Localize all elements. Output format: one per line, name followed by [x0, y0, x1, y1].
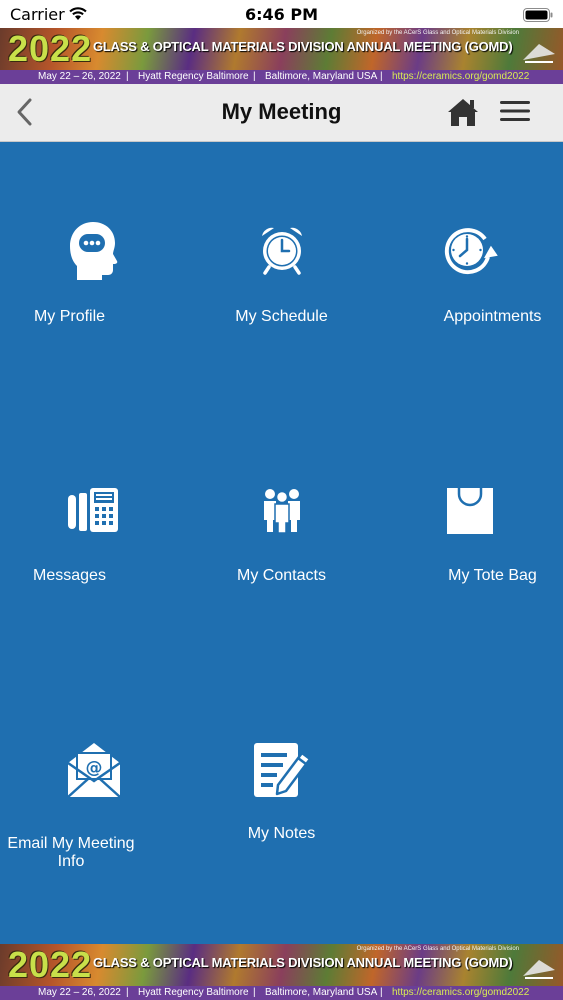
- banner-separator: |: [253, 987, 256, 998]
- tile-label-my-profile: My Profile: [33, 308, 106, 325]
- hamburger-menu-icon[interactable]: [499, 98, 531, 129]
- conference-banner-top[interactable]: 2022 GLASS & OPTICAL MATERIALS DIVISION …: [0, 28, 563, 84]
- email-envelope-icon: @: [0, 738, 187, 802]
- banner-venue: Hyatt Regency Baltimore: [138, 71, 249, 82]
- battery-icon: [523, 7, 553, 26]
- banner-title: GLASS & OPTICAL MATERIALS DIVISION ANNUA…: [93, 955, 513, 970]
- banner-separator: |: [253, 71, 256, 82]
- tile-label-appointments: Appointments: [443, 308, 542, 325]
- clock-time: 6:46 PM: [244, 5, 318, 24]
- shopping-bag-icon: [376, 478, 563, 542]
- my-meeting-grid: My Profile My Schedule Appointments Mess…: [0, 142, 563, 944]
- banner-title: GLASS & OPTICAL MATERIALS DIVISION ANNUA…: [93, 39, 513, 54]
- tile-label-my-contacts: My Contacts: [237, 567, 326, 584]
- notes-pencil-icon: [188, 738, 375, 802]
- navigation-bar: My Meeting: [0, 84, 563, 142]
- status-bar: Carrier 6:46 PM: [0, 0, 563, 28]
- banner-year: 2022: [8, 944, 93, 985]
- banner-organizer: Organized by the ACerS Glass and Optical…: [356, 946, 519, 952]
- acers-logo-icon: [521, 956, 557, 985]
- alarm-clock-icon: [188, 218, 375, 282]
- banner-year: 2022: [8, 28, 93, 69]
- banner-separator: |: [380, 71, 383, 82]
- banner-separator: |: [126, 71, 129, 82]
- banner-url: https://ceramics.org/gomd2022: [392, 71, 530, 82]
- tile-label-my-notes: My Notes: [247, 825, 316, 842]
- banner-venue: Hyatt Regency Baltimore: [138, 987, 249, 998]
- profile-head-icon: [0, 218, 187, 282]
- fax-phone-icon: [0, 478, 187, 542]
- people-group-icon: [188, 478, 375, 542]
- acers-logo-icon: [521, 40, 557, 69]
- banner-dates: May 22 – 26, 2022: [38, 987, 121, 998]
- banner-separator: |: [380, 987, 383, 998]
- clock-arrow-icon: [376, 218, 563, 282]
- banner-location: Baltimore, Maryland USA: [265, 71, 378, 82]
- banner-organizer: Organized by the ACerS Glass and Optical…: [356, 30, 519, 36]
- home-icon[interactable]: [446, 96, 480, 133]
- tile-label-my-tote-bag: My Tote Bag: [448, 567, 537, 584]
- tile-label-my-schedule: My Schedule: [235, 308, 328, 325]
- banner-dates: May 22 – 26, 2022: [38, 71, 121, 82]
- banner-location: Baltimore, Maryland USA: [265, 987, 378, 998]
- banner-info-bar: May 22 – 26, 2022 | Hyatt Regency Baltim…: [0, 986, 563, 1000]
- conference-banner-bottom[interactable]: 2022 GLASS & OPTICAL MATERIALS DIVISION …: [0, 944, 563, 1000]
- tile-label-email-my-meeting-info: Email My Meeting Info: [7, 835, 135, 870]
- banner-info-bar: May 22 – 26, 2022 | Hyatt Regency Baltim…: [0, 70, 563, 84]
- banner-url: https://ceramics.org/gomd2022: [392, 987, 530, 998]
- banner-separator: |: [126, 987, 129, 998]
- svg-text:@: @: [85, 758, 102, 778]
- tile-label-messages: Messages: [33, 567, 106, 584]
